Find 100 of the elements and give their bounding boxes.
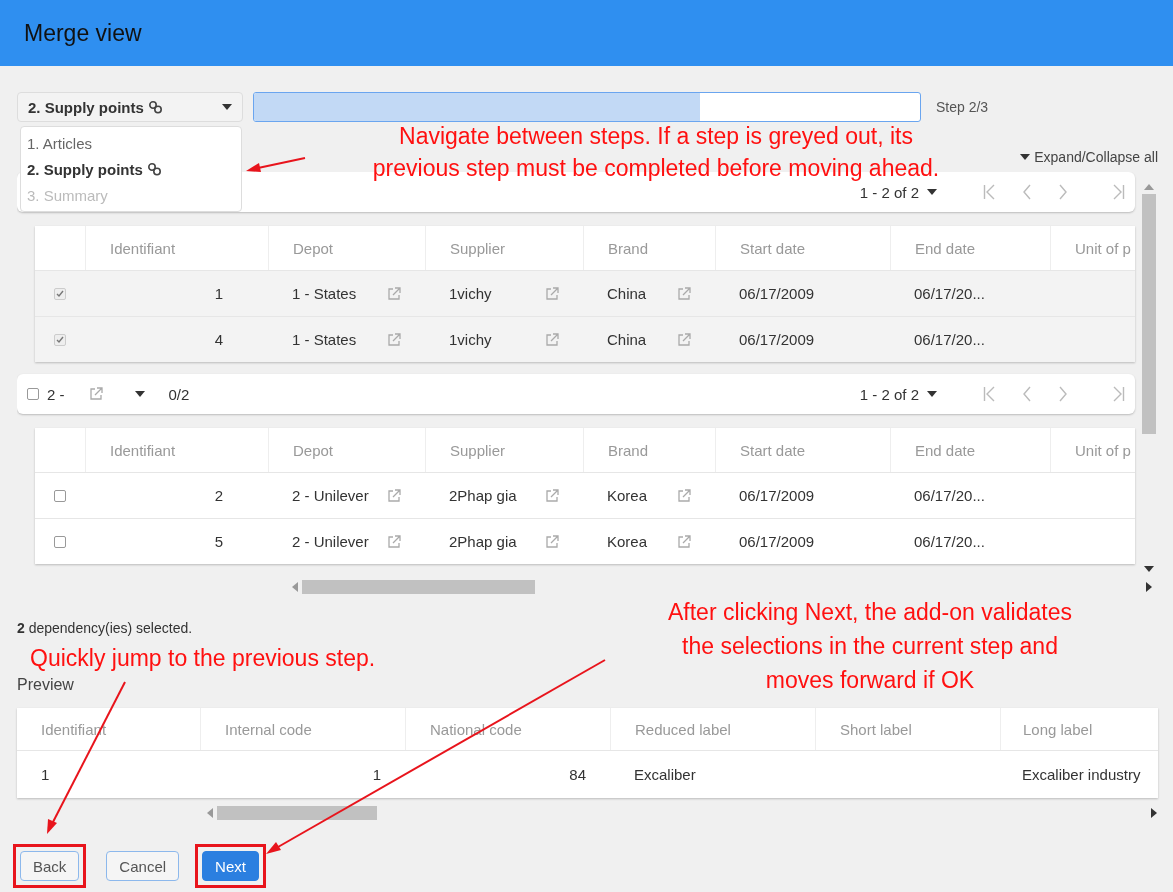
external-link-icon[interactable] bbox=[545, 286, 559, 301]
table-cell: 06/17/2009 bbox=[739, 533, 815, 550]
table-cell: 06/17/20... bbox=[914, 285, 985, 302]
external-link-icon[interactable] bbox=[677, 534, 691, 549]
external-link-icon[interactable] bbox=[387, 332, 401, 347]
scrollbar-thumb[interactable] bbox=[302, 580, 535, 594]
table-cell: 06/17/20... bbox=[914, 487, 985, 504]
chain-link-icon bbox=[146, 162, 162, 176]
external-link-icon[interactable] bbox=[387, 534, 401, 549]
table-cell: 1 bbox=[214, 285, 223, 302]
column-header[interactable]: Reduced label bbox=[635, 720, 731, 738]
external-link-icon[interactable] bbox=[387, 488, 401, 503]
last-page-icon[interactable] bbox=[1113, 184, 1125, 200]
column-header[interactable]: Depot bbox=[293, 441, 334, 459]
caret-down-icon[interactable] bbox=[927, 391, 937, 397]
next-button[interactable]: Next bbox=[202, 851, 259, 881]
column-header[interactable]: National code bbox=[430, 720, 522, 738]
table-cell: 2 - Unilever bbox=[292, 487, 369, 504]
table-cell: 5 bbox=[214, 533, 223, 550]
table-cell: 1 - States bbox=[292, 285, 357, 302]
scroll-right-icon[interactable] bbox=[1151, 808, 1157, 818]
checkbox[interactable] bbox=[54, 489, 66, 502]
first-page-icon[interactable] bbox=[983, 386, 995, 402]
group-label: 2 - bbox=[47, 385, 65, 403]
previous-page-icon[interactable] bbox=[1023, 184, 1031, 200]
table-cell: 1 bbox=[41, 766, 50, 783]
caret-down-icon[interactable] bbox=[1020, 154, 1031, 160]
next-page-icon[interactable] bbox=[1059, 184, 1067, 200]
external-link-icon[interactable] bbox=[677, 488, 691, 503]
table-cell: 1 - States bbox=[292, 331, 357, 348]
pager-range[interactable]: 1 - 2 of 2 bbox=[859, 183, 919, 201]
column-header[interactable]: Long label bbox=[1023, 720, 1093, 738]
step-menu-item[interactable]: 1. Articles bbox=[21, 130, 241, 156]
annotation-text: After clicking Next, the add-on validates the selections in the current step and moves forward if OK bbox=[667, 598, 1073, 695]
table-cell: 1vichy bbox=[449, 285, 492, 302]
previous-page-icon[interactable] bbox=[1023, 386, 1031, 402]
step-menu-item[interactable]: 2. Supply points bbox=[21, 156, 241, 182]
scroll-up-icon[interactable] bbox=[1144, 184, 1154, 190]
table-cell: 2Phap gia bbox=[449, 487, 517, 504]
external-link-icon[interactable] bbox=[677, 286, 691, 301]
table-cell: 84 bbox=[569, 766, 586, 783]
next-page-icon[interactable] bbox=[1059, 386, 1067, 402]
checkbox[interactable] bbox=[54, 535, 66, 548]
table-cell: 06/17/20... bbox=[914, 533, 985, 550]
secondary-button[interactable]: Cancel bbox=[106, 851, 180, 881]
table-cell: 1 bbox=[372, 766, 381, 783]
caret-down-icon[interactable] bbox=[222, 104, 232, 110]
column-header[interactable]: End date bbox=[915, 239, 976, 257]
scroll-right-icon[interactable] bbox=[1146, 582, 1152, 592]
column-header[interactable]: Start date bbox=[740, 239, 806, 257]
pager-range[interactable]: 1 - 2 of 2 bbox=[859, 385, 919, 403]
column-header[interactable]: Unit of p bbox=[1075, 441, 1131, 459]
scroll-left-icon[interactable] bbox=[207, 808, 213, 818]
table-cell: 2 bbox=[214, 487, 223, 504]
annotation-arrow bbox=[246, 157, 306, 172]
table-cell: 06/17/2009 bbox=[739, 331, 815, 348]
column-header[interactable]: Start date bbox=[740, 441, 806, 459]
table-cell: 2 - Unilever bbox=[292, 533, 369, 550]
column-header[interactable]: Unit of p bbox=[1075, 239, 1131, 257]
caret-down-icon[interactable] bbox=[134, 391, 145, 397]
column-header[interactable]: Depot bbox=[293, 239, 334, 257]
caret-down-icon[interactable] bbox=[927, 189, 937, 195]
step-label: Step 2/3 bbox=[936, 99, 989, 115]
column-header[interactable]: Brand bbox=[608, 239, 649, 257]
table-cell: 4 bbox=[214, 331, 223, 348]
scrollbar-thumb[interactable] bbox=[217, 806, 377, 820]
column-header[interactable]: Internal code bbox=[225, 720, 312, 738]
column-header[interactable]: Identifiant bbox=[110, 239, 176, 257]
scroll-down-icon[interactable] bbox=[1144, 566, 1154, 572]
first-page-icon[interactable] bbox=[983, 184, 995, 200]
step-dropdown[interactable]: 2. Supply points bbox=[17, 92, 243, 122]
table-cell: China bbox=[607, 331, 647, 348]
expand-collapse-link[interactable]: Expand/Collapse all bbox=[1020, 148, 1158, 166]
column-header[interactable]: Supplier bbox=[450, 239, 506, 257]
secondary-button[interactable]: Back bbox=[20, 851, 80, 881]
external-link-icon[interactable] bbox=[677, 332, 691, 347]
external-link-icon[interactable] bbox=[545, 488, 559, 503]
column-header[interactable]: Identifiant bbox=[110, 441, 176, 459]
table-cell: 06/17/2009 bbox=[739, 285, 815, 302]
table-cell: Korea bbox=[607, 533, 648, 550]
table-cell: China bbox=[607, 285, 647, 302]
table-cell: 2Phap gia bbox=[449, 533, 517, 550]
selection-summary: 2 dependency(ies) selected. bbox=[17, 620, 194, 638]
checkbox[interactable] bbox=[54, 287, 66, 300]
chain-link-icon bbox=[147, 100, 163, 114]
external-link-icon[interactable] bbox=[387, 286, 401, 301]
column-header[interactable]: Brand bbox=[608, 441, 649, 459]
table-cell: 06/17/20... bbox=[914, 331, 985, 348]
table-cell: Excaliber bbox=[634, 766, 696, 783]
checkbox[interactable] bbox=[27, 388, 39, 400]
external-link-icon[interactable] bbox=[545, 534, 559, 549]
column-header[interactable]: Supplier bbox=[450, 441, 506, 459]
scroll-left-icon[interactable] bbox=[292, 582, 298, 592]
external-link-icon[interactable] bbox=[88, 387, 103, 401]
column-header[interactable]: End date bbox=[915, 441, 976, 459]
checkbox[interactable] bbox=[54, 333, 66, 346]
external-link-icon[interactable] bbox=[545, 332, 559, 347]
column-header[interactable]: Short label bbox=[840, 720, 912, 738]
last-page-icon[interactable] bbox=[1113, 386, 1125, 402]
annotation-text: Quickly jump to the previous step. bbox=[30, 644, 376, 673]
